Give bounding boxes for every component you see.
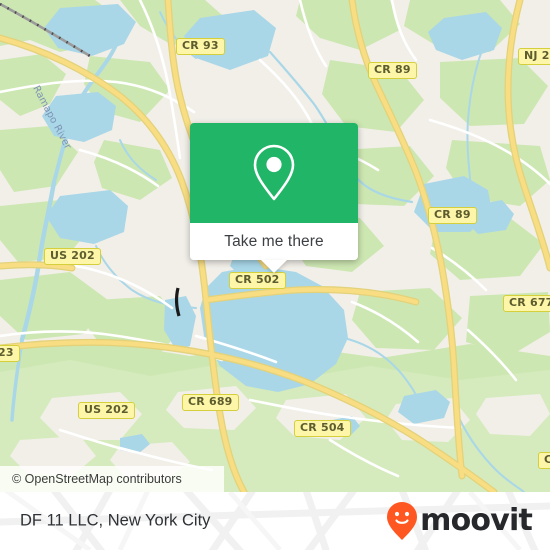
card-header: [190, 123, 358, 223]
road-shield: CR 689: [182, 394, 239, 411]
road-shield: CR 93: [176, 38, 225, 55]
road-shield: C: [538, 452, 550, 469]
road-shield: CR 89: [368, 62, 417, 79]
card-pointer-tail: [261, 260, 287, 273]
road-shield: CR 89: [428, 207, 477, 224]
road-shield: US 202: [78, 402, 135, 419]
road-shield: NJ 20: [518, 48, 550, 65]
footer-bar: DF 11 LLC, New York City moovit: [0, 492, 550, 550]
card-action-bar[interactable]: Take me there: [190, 223, 358, 273]
moovit-smiley-pin-icon: [387, 502, 418, 540]
moovit-wordmark: moovit: [420, 503, 533, 538]
map-pin-icon: [253, 144, 295, 201]
road-shield: CR 504: [294, 420, 351, 437]
road-shield: CR 677: [503, 295, 550, 312]
place-title: DF 11 LLC, New York City: [20, 511, 211, 530]
map-attribution[interactable]: © OpenStreetMap contributors: [0, 466, 224, 492]
take-me-there-label: Take me there: [224, 232, 324, 250]
attribution-text: © OpenStreetMap contributors: [12, 472, 182, 486]
place-callout-card[interactable]: Take me there: [190, 123, 358, 273]
moovit-place-map-screenshot: Ramapo River CR 93 CR 89 NJ 20 CR 89 US …: [0, 0, 550, 550]
road-shield: CR 502: [229, 272, 286, 289]
moovit-logo[interactable]: moovit: [386, 501, 533, 541]
road-shield: US 202: [44, 248, 101, 265]
road-shield: 23: [0, 345, 20, 362]
